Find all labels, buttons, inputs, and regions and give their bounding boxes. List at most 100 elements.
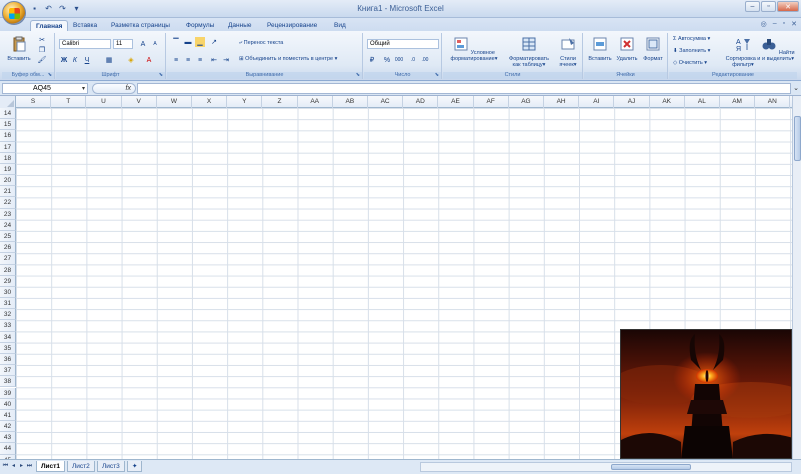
insert-function-button[interactable]: fx <box>92 83 136 94</box>
column-header[interactable]: AJ <box>614 96 650 108</box>
increase-indent-icon[interactable]: ⇥ <box>221 55 231 65</box>
sheet-tab-2[interactable]: Лист2 <box>67 461 95 472</box>
row-header[interactable]: 32 <box>0 309 16 321</box>
row-header[interactable]: 41 <box>0 409 16 422</box>
row-header[interactable]: 23 <box>0 208 16 220</box>
font-size-select[interactable]: 11 <box>113 39 133 49</box>
vertical-scroll-thumb[interactable] <box>794 116 801 161</box>
row-header[interactable]: 27 <box>0 253 16 265</box>
autosum-button[interactable]: Σ Автосумма ▾ <box>673 36 710 42</box>
paste-button[interactable]: Вставить <box>6 36 32 62</box>
row-header[interactable]: 37 <box>0 365 16 377</box>
row-header[interactable]: 36 <box>0 353 16 366</box>
tab-insert[interactable]: Вставка <box>73 20 97 31</box>
dialog-launcher-icon[interactable]: ⬊ <box>48 72 52 78</box>
column-header[interactable]: AL <box>685 96 720 108</box>
row-header[interactable]: 33 <box>0 320 16 332</box>
insert-sheet-icon[interactable]: ✦ <box>127 461 143 472</box>
column-header[interactable]: AK <box>650 96 685 108</box>
vertical-scrollbar[interactable] <box>792 96 801 459</box>
number-format-select[interactable]: Общий <box>367 39 439 49</box>
row-header[interactable]: 18 <box>0 152 16 164</box>
column-header[interactable]: S <box>16 96 52 108</box>
align-left-icon[interactable]: ≡ <box>171 55 181 65</box>
row-header[interactable]: 24 <box>0 219 16 231</box>
office-button[interactable] <box>2 1 26 25</box>
grow-font-icon[interactable]: A <box>138 39 148 49</box>
comma-style-icon[interactable]: 000 <box>394 55 404 65</box>
borders-icon[interactable]: ▦ <box>104 55 114 65</box>
row-header[interactable]: 17 <box>0 141 16 153</box>
column-header[interactable]: W <box>157 96 192 108</box>
column-header[interactable]: AD <box>403 96 439 108</box>
decrease-decimal-icon[interactable]: .00 <box>420 55 430 65</box>
close-button[interactable]: ✕ <box>777 1 799 12</box>
column-header[interactable]: T <box>51 96 87 108</box>
column-header[interactable]: AE <box>438 96 474 108</box>
chevron-down-icon[interactable]: ▾ <box>82 84 85 94</box>
row-header[interactable]: 14 <box>0 108 16 120</box>
tab-page-layout[interactable]: Разметка страницы <box>111 20 170 31</box>
format-painter-icon[interactable]: 🖌 <box>37 55 47 65</box>
name-box[interactable]: AQ45 ▾ <box>2 83 88 94</box>
row-header[interactable]: 16 <box>0 130 16 142</box>
insert-cells-button[interactable]: Вставить <box>586 36 614 62</box>
row-header[interactable]: 44 <box>0 443 16 455</box>
fill-color-icon[interactable]: ◈ <box>126 55 136 65</box>
row-header[interactable]: 25 <box>0 230 16 243</box>
sheet-tab-3[interactable]: Лист3 <box>97 461 125 472</box>
decrease-indent-icon[interactable]: ⇤ <box>209 55 219 65</box>
row-header[interactable]: 15 <box>0 119 16 131</box>
row-header[interactable]: 40 <box>0 398 16 410</box>
copy-icon[interactable]: ❐ <box>37 45 47 55</box>
percent-icon[interactable]: % <box>382 55 392 65</box>
column-header[interactable]: AA <box>298 96 333 108</box>
column-header[interactable]: U <box>86 96 122 108</box>
row-header[interactable]: 20 <box>0 175 16 187</box>
row-header[interactable]: 35 <box>0 342 16 354</box>
italic-icon[interactable]: К <box>70 55 80 65</box>
tab-data[interactable]: Данные <box>228 20 251 31</box>
select-all-button[interactable] <box>0 96 16 108</box>
row-header[interactable]: 42 <box>0 421 16 433</box>
dialog-launcher-icon[interactable]: ⬊ <box>356 72 360 78</box>
minimize-button[interactable]: – <box>745 1 760 12</box>
row-header[interactable]: 29 <box>0 275 16 287</box>
row-header[interactable]: 19 <box>0 163 16 176</box>
row-header[interactable]: 26 <box>0 242 16 254</box>
first-sheet-icon[interactable]: ⏮ <box>2 462 9 471</box>
bold-icon[interactable]: Ж <box>59 55 69 65</box>
shrink-font-icon[interactable]: A <box>150 39 160 49</box>
column-header[interactable]: AC <box>368 96 404 108</box>
format-cells-button[interactable]: Формат <box>640 36 666 62</box>
row-header[interactable]: 28 <box>0 264 16 276</box>
formula-input[interactable] <box>137 83 791 94</box>
cell-styles-button[interactable]: Стили ячеек▾ <box>555 36 581 68</box>
wrap-text-button[interactable]: ⤶ Перенос текста <box>239 40 283 47</box>
row-header[interactable]: 22 <box>0 197 16 209</box>
tab-formulas[interactable]: Формулы <box>186 20 214 31</box>
horizontal-scroll-thumb[interactable] <box>611 464 691 470</box>
merge-center-button[interactable]: ⊞ Объединить и поместить в центре ▾ <box>239 56 337 62</box>
align-middle-icon[interactable]: ▬ <box>183 37 193 47</box>
find-select-button[interactable]: Найти и выделить▾ <box>761 36 795 62</box>
fill-button[interactable]: ⬇ Заполнить ▾ <box>673 48 710 54</box>
align-center-icon[interactable]: ≡ <box>183 55 193 65</box>
last-sheet-icon[interactable]: ⏭ <box>26 462 33 471</box>
column-header[interactable]: AH <box>544 96 580 108</box>
column-header[interactable]: AN <box>755 96 791 108</box>
currency-icon[interactable]: ₽ <box>367 55 377 65</box>
sort-filter-button[interactable]: AЯ Сортировка и фильтр▾ <box>725 36 761 68</box>
row-header[interactable]: 43 <box>0 432 16 444</box>
wb-restore-icon[interactable]: ▫ <box>783 20 785 28</box>
tab-review[interactable]: Рецензирование <box>267 20 317 31</box>
next-sheet-icon[interactable]: ▸ <box>18 462 25 471</box>
underline-icon[interactable]: Ч <box>82 55 92 65</box>
horizontal-scrollbar[interactable] <box>420 462 792 472</box>
delete-cells-button[interactable]: Удалить <box>614 36 640 62</box>
prev-sheet-icon[interactable]: ◂ <box>10 462 17 471</box>
font-color-icon[interactable]: A <box>144 55 154 65</box>
column-header[interactable]: X <box>192 96 228 108</box>
wb-minimize-icon[interactable]: – <box>773 20 777 28</box>
column-header[interactable]: Y <box>227 96 263 108</box>
